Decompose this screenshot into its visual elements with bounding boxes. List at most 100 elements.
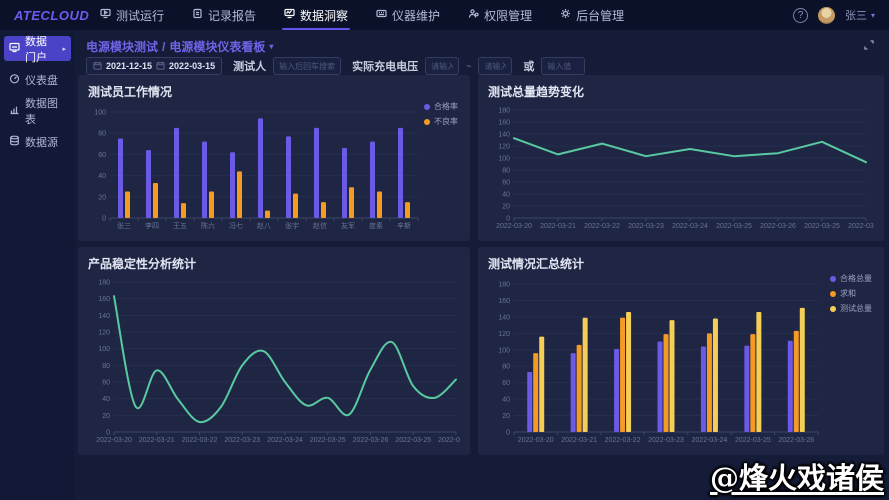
admin-icon	[560, 8, 571, 22]
svg-text:40: 40	[102, 396, 110, 403]
svg-text:度素: 度素	[369, 221, 383, 230]
svg-text:2022-03-21: 2022-03-21	[540, 223, 576, 230]
svg-text:20: 20	[502, 204, 510, 211]
svg-text:2022-03-20: 2022-03-20	[518, 437, 554, 444]
chart-title: 测试总量趋势变化	[488, 83, 874, 100]
svg-text:2022-03-20: 2022-03-20	[496, 223, 532, 230]
nav-item-instrument-maintain[interactable]: 仪器维护	[368, 0, 448, 30]
sidebar-item-label: 数据门户	[25, 33, 57, 65]
svg-text:2022-03-22: 2022-03-22	[182, 437, 218, 444]
range-separator: ~	[466, 61, 471, 71]
svg-text:0: 0	[106, 430, 110, 437]
total-trend-line-chart[interactable]: 0204060801001201401601802022-03-202022-0…	[488, 102, 874, 234]
legend-label: 测试总量	[840, 303, 872, 314]
top-navbar: ATECLOUD 测试运行 记录报告 数据洞察	[0, 0, 889, 30]
svg-text:120: 120	[498, 331, 510, 338]
panel-product-stability: 产品稳定性分析统计 0204060801001201401601802022-0…	[78, 247, 470, 455]
svg-text:赵八: 赵八	[257, 221, 271, 230]
svg-text:20: 20	[98, 194, 106, 201]
user-avatar[interactable]	[818, 7, 835, 24]
date-range-picker[interactable]: 2021-12-15 2022-03-15	[86, 57, 222, 75]
sidebar-item-data-chart[interactable]: 数据图表	[4, 98, 71, 123]
or-label: 或	[523, 58, 534, 74]
svg-text:100: 100	[94, 110, 106, 117]
svg-text:140: 140	[498, 132, 510, 139]
user-menu[interactable]: 张三 ▾	[845, 7, 875, 23]
tester-input[interactable]	[273, 57, 341, 75]
record-report-icon	[192, 8, 203, 22]
help-icon[interactable]: ?	[793, 8, 808, 23]
svg-text:160: 160	[98, 296, 110, 303]
voltage-max-input[interactable]	[478, 57, 512, 75]
left-sidebar: 数据门户 ▸ 仪表盘 数据图表 数据源	[0, 30, 75, 500]
legend-item[interactable]: 合格率	[424, 101, 458, 112]
legend-dot-icon	[424, 104, 430, 110]
nav-item-admin[interactable]: 后台管理	[552, 0, 632, 30]
legend-item[interactable]: 求和	[830, 288, 872, 299]
sidebar-item-data-portal[interactable]: 数据门户 ▸	[4, 36, 71, 61]
permission-icon	[468, 8, 479, 22]
svg-text:80: 80	[102, 363, 110, 370]
svg-text:2022-03-25: 2022-03-25	[716, 223, 752, 230]
panel-total-trend: 测试总量趋势变化 0204060801001201401601802022-03…	[478, 75, 884, 241]
panel-test-summary: 测试情况汇总统计 0204060801001201401601802022-03…	[478, 247, 884, 455]
tester-work-bar-chart[interactable]: 020406080100张三李四王五陈六冯七赵八张宇赵信友军度素辛斯	[88, 102, 460, 234]
svg-text:2022-03-24: 2022-03-24	[267, 437, 303, 444]
user-name: 张三	[845, 7, 867, 23]
svg-text:80: 80	[502, 168, 510, 175]
svg-text:0: 0	[506, 430, 510, 437]
svg-text:160: 160	[498, 298, 510, 305]
svg-text:160: 160	[498, 120, 510, 127]
svg-text:60: 60	[98, 152, 106, 159]
nav-item-data-insight[interactable]: 数据洞察	[276, 0, 356, 30]
svg-text:2022-03-26: 2022-03-26	[353, 437, 389, 444]
app-window: ATECLOUD 测试运行 记录报告 数据洞察	[0, 0, 889, 500]
svg-text:2022-03-21: 2022-03-21	[561, 437, 597, 444]
calendar-icon	[156, 57, 165, 75]
svg-text:友军: 友军	[341, 221, 355, 230]
chart-title: 产品稳定性分析统计	[88, 255, 460, 272]
data-chart-icon	[9, 104, 20, 118]
legend-label: 不良率	[434, 116, 458, 127]
svg-text:60: 60	[102, 380, 110, 387]
navbar-right: ? 张三 ▾	[793, 7, 875, 24]
chevron-down-icon: ▾	[269, 42, 273, 51]
svg-text:0: 0	[102, 216, 106, 223]
nav-item-record-report[interactable]: 记录报告	[184, 0, 264, 30]
nav-item-test-run[interactable]: 测试运行	[92, 0, 172, 30]
svg-text:2022-03-22: 2022-03-22	[584, 223, 620, 230]
svg-text:辛斯: 辛斯	[397, 221, 411, 230]
sidebar-item-label: 仪表盘	[25, 72, 58, 88]
fullscreen-button[interactable]	[863, 38, 875, 56]
voltage-label: 实际充电电压	[352, 58, 418, 74]
main-menu: 测试运行 记录报告 数据洞察 仪器维护	[92, 0, 632, 30]
sidebar-item-data-source[interactable]: 数据源	[4, 129, 71, 154]
tester-label: 测试人	[233, 58, 266, 74]
svg-text:180: 180	[498, 282, 510, 289]
sidebar-item-dashboard[interactable]: 仪表盘	[4, 67, 71, 92]
svg-text:180: 180	[498, 108, 510, 115]
legend-item[interactable]: 不良率	[424, 116, 458, 127]
nav-item-label: 后台管理	[576, 7, 624, 24]
legend-item[interactable]: 合格总量	[830, 273, 872, 284]
nav-item-permission[interactable]: 权限管理	[460, 0, 540, 30]
chevron-right-icon: ▸	[62, 45, 66, 53]
svg-text:60: 60	[502, 180, 510, 187]
svg-text:40: 40	[502, 192, 510, 199]
nav-item-label: 测试运行	[116, 7, 164, 24]
svg-text:李四: 李四	[145, 221, 159, 230]
svg-text:20: 20	[502, 413, 510, 420]
svg-text:100: 100	[498, 156, 510, 163]
svg-text:张宇: 张宇	[285, 221, 299, 230]
test-summary-bar-chart[interactable]: 0204060801001201401601802022-03-202022-0…	[488, 274, 874, 448]
svg-text:2022-03-23: 2022-03-23	[648, 437, 684, 444]
svg-text:2022-03-26: 2022-03-26	[438, 437, 460, 444]
nav-item-label: 权限管理	[484, 7, 532, 24]
value-input[interactable]	[541, 57, 585, 75]
date-end-value: 2022-03-15	[169, 61, 215, 71]
date-start-value: 2021-12-15	[106, 61, 152, 71]
product-stability-line-chart[interactable]: 0204060801001201401601802022-03-202022-0…	[88, 274, 460, 448]
legend-item[interactable]: 测试总量	[830, 303, 872, 314]
voltage-min-input[interactable]	[425, 57, 459, 75]
svg-text:80: 80	[502, 364, 510, 371]
